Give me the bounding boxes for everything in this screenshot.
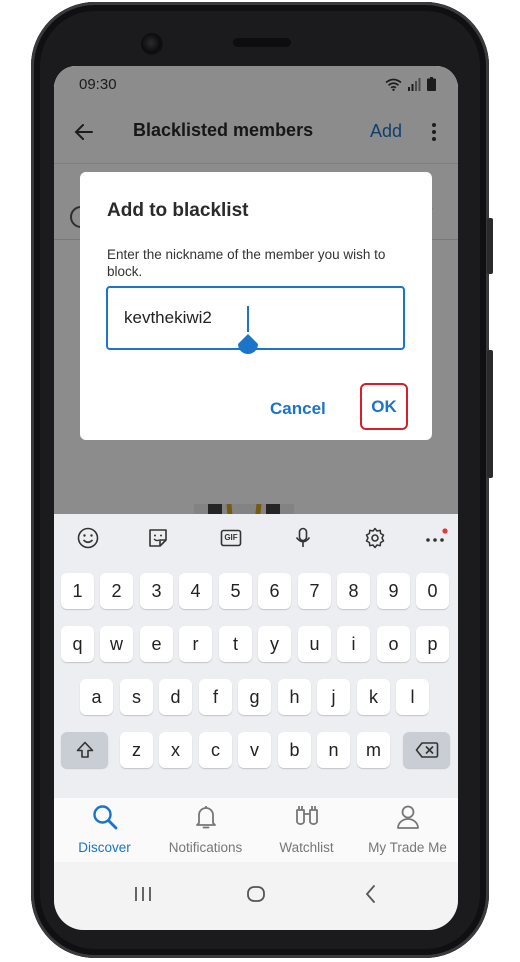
- key-r[interactable]: r: [179, 626, 212, 662]
- key-i[interactable]: i: [337, 626, 370, 662]
- screen: 09:30 Blacklisted members Add Add to bla…: [54, 66, 458, 930]
- key-6[interactable]: 6: [258, 573, 291, 609]
- nav-notifications[interactable]: Notifications: [155, 798, 256, 862]
- key-8[interactable]: 8: [337, 573, 370, 609]
- key-0[interactable]: 0: [416, 573, 449, 609]
- key-w[interactable]: w: [100, 626, 133, 662]
- nickname-input[interactable]: [124, 306, 384, 330]
- key-k[interactable]: k: [357, 679, 390, 715]
- shift-icon: [76, 741, 93, 758]
- key-j[interactable]: j: [317, 679, 350, 715]
- key-1[interactable]: 1: [61, 573, 94, 609]
- key-o[interactable]: o: [377, 626, 410, 662]
- key-p[interactable]: p: [416, 626, 449, 662]
- key-m[interactable]: m: [357, 732, 390, 768]
- nav-my-trade-me[interactable]: My Trade Me: [357, 798, 458, 862]
- key-b[interactable]: b: [278, 732, 311, 768]
- add-to-blacklist-dialog: Add to blacklist Enter the nickname of t…: [80, 172, 432, 440]
- power-button: [487, 350, 493, 478]
- emoji-icon[interactable]: [76, 526, 100, 550]
- system-navigation-bar: [54, 862, 458, 930]
- key-n[interactable]: n: [317, 732, 350, 768]
- backspace-key[interactable]: [403, 732, 450, 768]
- key-5[interactable]: 5: [219, 573, 252, 609]
- key-e[interactable]: e: [140, 626, 173, 662]
- key-q[interactable]: q: [61, 626, 94, 662]
- earpiece-speaker: [233, 38, 291, 47]
- key-x[interactable]: x: [159, 732, 192, 768]
- key-4[interactable]: 4: [179, 573, 212, 609]
- nav-watchlist[interactable]: Watchlist: [256, 798, 357, 862]
- key-u[interactable]: u: [298, 626, 331, 662]
- recent-apps-icon[interactable]: [131, 882, 155, 906]
- key-a[interactable]: a: [80, 679, 113, 715]
- bottom-navigation: Discover Notifications Watchlist My Trad…: [54, 798, 458, 862]
- volume-button: [487, 218, 493, 274]
- person-icon: [397, 805, 419, 829]
- key-3[interactable]: 3: [140, 573, 173, 609]
- keyboard-toolbar: GIF: [54, 514, 458, 562]
- nav-label: Watchlist: [279, 840, 334, 855]
- key-c[interactable]: c: [199, 732, 232, 768]
- nav-discover[interactable]: Discover: [54, 798, 155, 862]
- nav-label: Discover: [78, 840, 131, 855]
- gif-label: GIF: [224, 533, 238, 542]
- key-f[interactable]: f: [199, 679, 232, 715]
- shift-key[interactable]: [61, 732, 108, 768]
- text-cursor: [247, 306, 249, 332]
- ok-button[interactable]: OK: [371, 397, 397, 417]
- backspace-icon: [415, 742, 438, 758]
- key-7[interactable]: 7: [298, 573, 331, 609]
- key-2[interactable]: 2: [100, 573, 133, 609]
- nickname-field[interactable]: [106, 286, 405, 354]
- search-icon: [93, 805, 118, 830]
- back-icon[interactable]: [359, 882, 383, 906]
- home-icon[interactable]: [244, 882, 268, 906]
- key-s[interactable]: s: [120, 679, 153, 715]
- microphone-icon[interactable]: [291, 526, 315, 550]
- cursor-handle-icon[interactable]: [237, 334, 259, 356]
- more-icon[interactable]: [424, 526, 448, 550]
- binoculars-icon: [296, 806, 318, 825]
- key-d[interactable]: d: [159, 679, 192, 715]
- settings-icon[interactable]: [363, 526, 387, 550]
- key-l[interactable]: l: [396, 679, 429, 715]
- cancel-button[interactable]: Cancel: [270, 399, 326, 419]
- nav-label: My Trade Me: [368, 840, 447, 855]
- key-9[interactable]: 9: [377, 573, 410, 609]
- ok-highlight[interactable]: OK: [360, 383, 408, 430]
- key-g[interactable]: g: [238, 679, 271, 715]
- gif-icon[interactable]: GIF: [219, 526, 243, 550]
- front-camera: [141, 33, 163, 55]
- dialog-title: Add to blacklist: [107, 200, 249, 221]
- key-t[interactable]: t: [219, 626, 252, 662]
- key-z[interactable]: z: [120, 732, 153, 768]
- sticker-icon[interactable]: [146, 526, 170, 550]
- key-y[interactable]: y: [258, 626, 291, 662]
- key-h[interactable]: h: [278, 679, 311, 715]
- key-v[interactable]: v: [238, 732, 271, 768]
- nav-label: Notifications: [168, 840, 243, 855]
- bell-icon: [196, 806, 216, 829]
- dialog-message: Enter the nickname of the member you wis…: [107, 247, 386, 279]
- soft-keyboard: GIF 1 2 3 4 5 6 7 8 9 0 q w e r t y u i …: [54, 514, 458, 798]
